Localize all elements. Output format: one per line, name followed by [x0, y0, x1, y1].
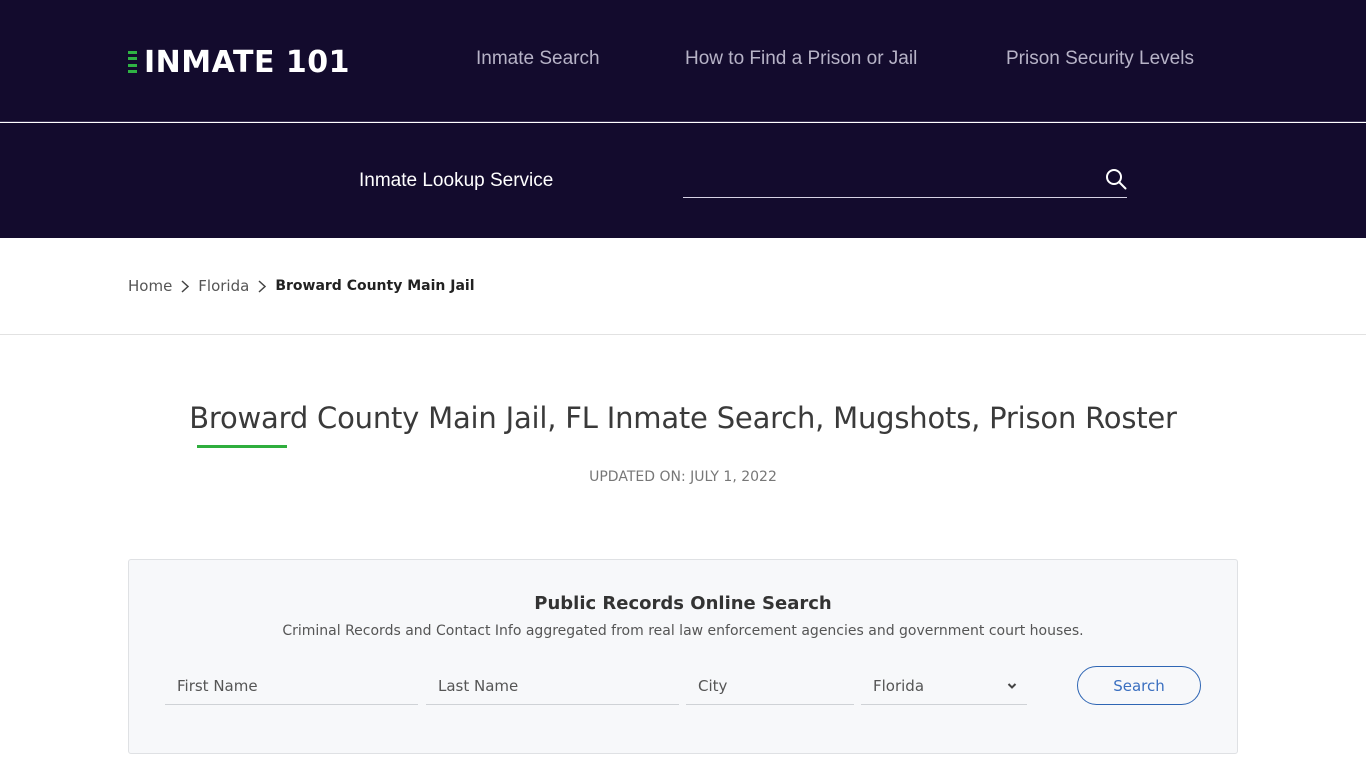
lookup-label: Inmate Lookup Service: [359, 170, 554, 191]
top-header: INMATE 101 Inmate Search How to Find a P…: [0, 0, 1366, 122]
breadcrumb-home[interactable]: Home: [128, 277, 172, 295]
nav-inmate-search[interactable]: Inmate Search: [476, 48, 600, 70]
city-field: [686, 668, 854, 705]
lookup-search-field: [683, 163, 1127, 198]
last-name-field: [426, 668, 679, 705]
breadcrumb: Home Florida Broward County Main Jail: [128, 276, 475, 296]
chevron-right-icon: [181, 280, 190, 293]
city-input[interactable]: [686, 668, 854, 704]
search-icon[interactable]: [1105, 168, 1127, 190]
card-subtitle: Criminal Records and Contact Info aggreg…: [282, 623, 1084, 639]
state-select[interactable]: Florida: [861, 668, 1027, 704]
updated-date: UPDATED ON: JULY 1, 2022: [589, 469, 777, 485]
search-button[interactable]: Search: [1077, 666, 1201, 705]
card-title: Public Records Online Search: [534, 593, 832, 614]
public-records-search-card: Public Records Online Search Criminal Re…: [128, 559, 1238, 754]
page-title: Broward County Main Jail, FL Inmate Sear…: [189, 401, 1177, 435]
title-underline: [197, 445, 287, 448]
section-divider: [0, 334, 1366, 335]
nav-find-prison-or-jail[interactable]: How to Find a Prison or Jail: [685, 48, 917, 70]
chevron-right-icon: [258, 280, 267, 293]
lookup-bar: Inmate Lookup Service: [0, 123, 1366, 238]
first-name-field: [165, 668, 418, 705]
lookup-search-input[interactable]: [683, 163, 1083, 197]
first-name-input[interactable]: [165, 668, 418, 704]
main-nav: Inmate Search How to Find a Prison or Ja…: [0, 48, 1366, 74]
breadcrumb-current: Broward County Main Jail: [275, 278, 475, 294]
last-name-input[interactable]: [426, 668, 679, 704]
nav-prison-security-levels[interactable]: Prison Security Levels: [1006, 48, 1194, 70]
breadcrumb-florida[interactable]: Florida: [198, 277, 249, 295]
state-field: Florida: [861, 668, 1027, 705]
